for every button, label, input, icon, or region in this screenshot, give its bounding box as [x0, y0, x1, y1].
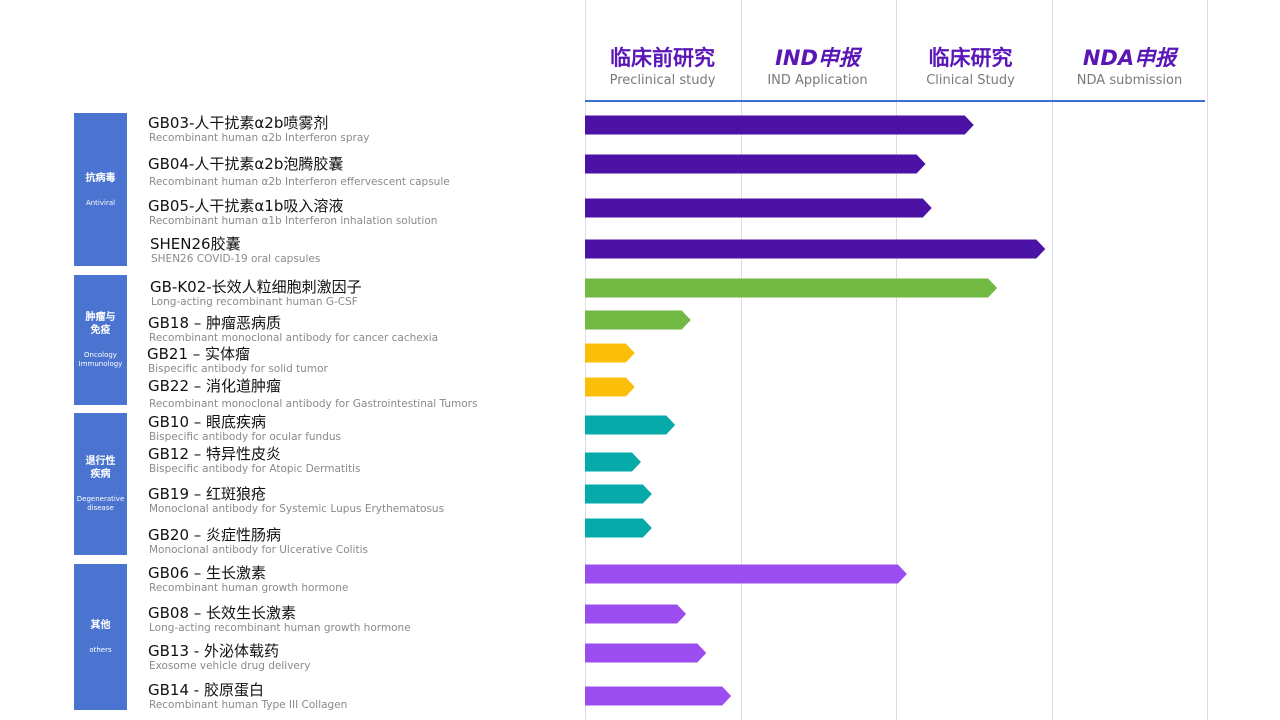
progress-bar — [585, 115, 974, 135]
drug-label: GB03-人干扰素α2b喷雾剂 Recombinant human α2b In… — [148, 114, 580, 145]
category-label-en: others — [89, 646, 112, 654]
drug-name-cn: GB18 – 肿瘤恶病质 — [148, 314, 282, 332]
category-label-cn: 其他 — [90, 620, 111, 631]
stage-header-cn: NDA申报 — [1082, 46, 1177, 70]
drug-label: GB10 – 眼底疾病 Bispecific antibody for ocul… — [148, 413, 580, 444]
progress-bar — [585, 239, 1046, 259]
drug-label: GB22 – 消化道肿瘤 Recombinant monoclonal anti… — [148, 377, 580, 411]
drug-label: GB20 – 炎症性肠病 Monoclonal antibody for Ulc… — [148, 526, 580, 557]
drug-label: GB13 - 外泌体载药 Exosome vehicle drug delive… — [148, 642, 580, 673]
stage-header-clinical: 临床研究 Clinical Study — [893, 44, 1048, 90]
drug-name-en: Exosome vehicle drug delivery — [149, 660, 311, 672]
drug-name-en: Recombinant monoclonal antibody for Gast… — [149, 398, 478, 410]
drug-name-cn: GB13 - 外泌体载药 — [148, 642, 279, 660]
stage-header-ind: IND申报 IND Application — [740, 44, 895, 90]
stage-header-nda: NDA申报 NDA submission — [1052, 44, 1207, 90]
progress-bar — [585, 310, 691, 330]
progress-bar — [585, 415, 676, 435]
drug-name-cn: GB06 – 生长激素 — [148, 564, 267, 582]
progress-bar — [585, 452, 641, 472]
progress-bar — [585, 604, 687, 624]
drug-name-cn: GB14 - 胶原蛋白 — [148, 681, 264, 699]
stage-header-en: Preclinical study — [609, 73, 716, 88]
drug-name-en: Long-acting recombinant human growth hor… — [149, 622, 411, 634]
category-antiviral: 抗病毒 Antiviral — [74, 113, 127, 266]
drug-name-cn: GB08 – 长效生长激素 — [148, 604, 297, 622]
progress-bar — [585, 484, 652, 504]
drug-name-en: Recombinant monoclonal antibody for canc… — [149, 332, 439, 344]
drug-label: GB19 – 红斑狼疮 Monoclonal antibody for Syst… — [148, 485, 580, 516]
category-oncology: 肿瘤与免疫 Oncology Immunology — [74, 275, 127, 405]
drug-name-cn: GB12 – 特异性皮炎 — [148, 445, 282, 463]
drug-label: GB14 - 胶原蛋白 Recombinant human Type III C… — [148, 681, 580, 712]
drug-label: GB21 – 实体瘤 Bispecific antibody for solid… — [147, 345, 579, 376]
drug-name-en: Bispecific antibody for ocular fundus — [149, 431, 341, 443]
category-label-cn: 退行性疾病 — [85, 456, 116, 480]
drug-label: GB08 – 长效生长激素 Long-acting recombinant hu… — [148, 604, 580, 635]
category-label-en: Antiviral — [85, 198, 116, 207]
drug-label: GB18 – 肿瘤恶病质 Recombinant monoclonal anti… — [148, 314, 580, 345]
drug-label: GB-K02-长效人粒细胞刺激因子 Long-acting recombinan… — [150, 278, 582, 309]
drug-name-en: SHEN26 COVID-19 oral capsules — [151, 253, 321, 265]
progress-bar — [585, 154, 926, 174]
drug-label: GB06 – 生长激素 Recombinant human growth hor… — [148, 564, 580, 595]
progress-bar — [585, 643, 707, 663]
category-label-en: Oncology Immunology — [78, 351, 123, 368]
drug-label: GB12 – 特异性皮炎 Bispecific antibody for Ato… — [148, 445, 580, 476]
drug-name-cn: GB20 – 炎症性肠病 — [148, 526, 282, 544]
stage-header-en: NDA submission — [1076, 73, 1183, 88]
drug-name-cn: GB21 – 实体瘤 — [147, 345, 251, 363]
category-degenerative: 退行性疾病 Degenerative disease — [74, 413, 127, 555]
progress-bar — [585, 518, 652, 538]
drug-name-en: Long-acting recombinant human G-CSF — [151, 296, 358, 308]
drug-label: GB05-人干扰素α1b吸入溶液 Recombinant human α1b I… — [148, 197, 580, 228]
drug-label: SHEN26胶囊 SHEN26 COVID-19 oral capsules — [150, 235, 582, 266]
stage-header-en: Clinical Study — [926, 73, 1015, 88]
stage-header-preclinical: 临床前研究 Preclinical study — [585, 44, 740, 90]
drug-name-en: Recombinant human α1b Interferon inhalat… — [149, 215, 438, 227]
drug-name-cn: GB-K02-长效人粒细胞刺激因子 — [150, 278, 362, 296]
drug-name-cn: GB03-人干扰素α2b喷雾剂 — [148, 114, 329, 132]
progress-bar — [585, 198, 932, 218]
category-label-cn: 肿瘤与免疫 — [85, 312, 116, 336]
drug-name-cn: SHEN26胶囊 — [150, 235, 241, 253]
drug-name-en: Monoclonal antibody for Systemic Lupus E… — [149, 503, 445, 515]
drug-name-en: Recombinant human growth hormone — [149, 582, 349, 594]
drug-name-en: Bispecific antibody for solid tumor — [148, 363, 328, 375]
drug-name-cn: GB10 – 眼底疾病 — [148, 413, 267, 431]
drug-name-cn: GB05-人干扰素α1b吸入溶液 — [148, 197, 344, 215]
drug-name-cn: GB22 – 消化道肿瘤 — [148, 377, 282, 395]
drug-name-en: Recombinant human Type III Collagen — [149, 699, 348, 711]
stage-header-cn: 临床前研究 — [610, 46, 715, 70]
progress-bar — [585, 564, 907, 584]
category-label-cn: 抗病毒 — [85, 172, 116, 184]
progress-bar — [585, 686, 732, 706]
category-label-en: Degenerative disease — [76, 495, 125, 512]
progress-bar — [585, 377, 635, 397]
drug-name-en: Recombinant human α2b Interferon spray — [149, 132, 370, 144]
drug-name-cn: GB19 – 红斑狼疮 — [148, 485, 267, 503]
drug-name-en: Bispecific antibody for Atopic Dermatiti… — [149, 463, 361, 475]
stage-header-cn: IND申报 — [775, 46, 860, 70]
drug-name-cn: GB04-人干扰素α2b泡腾胶囊 — [148, 155, 344, 173]
drug-name-en: Monoclonal antibody for Ulcerative Colit… — [149, 544, 368, 556]
progress-bar — [585, 278, 998, 298]
stage-header-en: IND Application — [767, 73, 868, 88]
drug-name-en: Recombinant human α2b Interferon efferve… — [149, 176, 450, 188]
stage-header-cn: 临床研究 — [928, 46, 1013, 70]
drug-label: GB04-人干扰素α2b泡腾胶囊 Recombinant human α2b I… — [148, 155, 580, 189]
progress-bar — [585, 343, 635, 363]
category-others: 其他 others — [74, 564, 127, 710]
